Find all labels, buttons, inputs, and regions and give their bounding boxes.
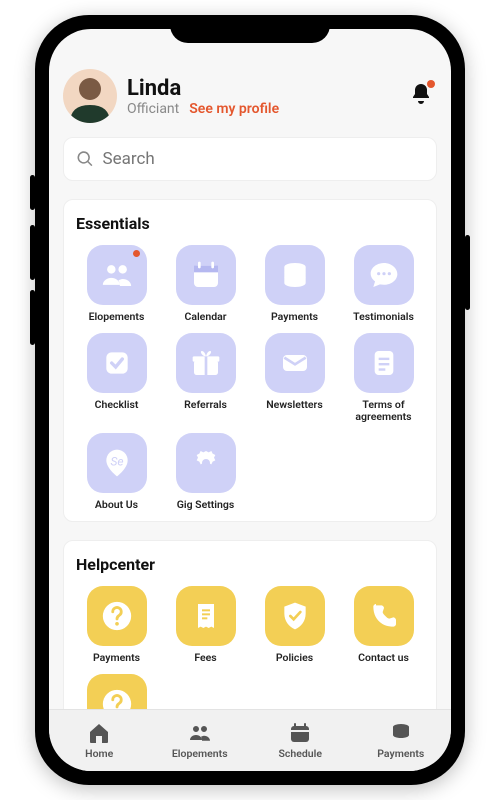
- tile-label: Terms of agreements: [348, 399, 420, 423]
- nav-home[interactable]: Home: [49, 721, 150, 760]
- tile-about-us[interactable]: Se About Us: [76, 433, 157, 511]
- stack-icon: [389, 721, 413, 745]
- calendar-icon: [288, 721, 312, 745]
- tile-calendar[interactable]: Calendar: [165, 245, 246, 323]
- gift-icon: [176, 333, 236, 393]
- tile-help-payments[interactable]: Payments: [76, 586, 157, 664]
- header-text: Linda Officiant See my profile: [127, 76, 395, 117]
- tile-gig-settings[interactable]: Gig Settings: [165, 433, 246, 511]
- essentials-section: Essentials Elopements Calendar: [63, 199, 437, 522]
- tile-label: Payments: [93, 652, 140, 664]
- user-role: Officiant: [127, 101, 179, 117]
- side-button: [30, 225, 35, 280]
- tile-newsletters[interactable]: Newsletters: [254, 333, 335, 423]
- question-icon: [87, 586, 147, 646]
- badge-dot: [133, 250, 140, 257]
- tile-checklist[interactable]: Checklist: [76, 333, 157, 423]
- search-bar[interactable]: [63, 137, 437, 181]
- tile-policies[interactable]: Policies: [254, 586, 335, 664]
- tile-label: Referrals: [184, 399, 227, 411]
- tile-label: Testimonials: [353, 311, 414, 323]
- search-icon: [76, 149, 94, 169]
- phone-frame: Linda Officiant See my profile Essential…: [35, 15, 465, 785]
- pin-icon: Se: [87, 433, 147, 493]
- tile-label: Contact us: [358, 652, 409, 664]
- tile-label: Newsletters: [266, 399, 323, 411]
- bottom-nav: Home Elopements Schedule Payments: [49, 709, 451, 771]
- tile-contact-us[interactable]: Contact us: [343, 586, 424, 664]
- notifications-button[interactable]: [405, 78, 437, 114]
- profile-link[interactable]: See my profile: [189, 101, 279, 117]
- mail-icon: [265, 333, 325, 393]
- stack-icon: [265, 245, 325, 305]
- notch: [170, 15, 330, 43]
- tile-label: Fees: [194, 652, 216, 664]
- speech-icon: [354, 245, 414, 305]
- section-title-helpcenter: Helpcenter: [76, 555, 424, 574]
- tile-label: Payments: [271, 311, 318, 323]
- helpcenter-section: Helpcenter Payments Fees: [63, 540, 437, 709]
- calendar-icon: [176, 245, 236, 305]
- nav-label: Payments: [377, 747, 424, 760]
- side-button: [30, 175, 35, 210]
- nav-label: Elopements: [172, 747, 228, 760]
- notification-dot: [427, 80, 435, 88]
- tile-label: Gig Settings: [177, 499, 235, 511]
- nav-label: Home: [85, 747, 113, 760]
- content-area: Linda Officiant See my profile Essential…: [49, 29, 451, 709]
- svg-text:Se: Se: [110, 455, 123, 469]
- tile-testimonials[interactable]: Testimonials: [343, 245, 424, 323]
- people-icon: [188, 721, 212, 745]
- tile-elopements[interactable]: Elopements: [76, 245, 157, 323]
- user-name: Linda: [127, 76, 395, 101]
- avatar[interactable]: [63, 69, 117, 123]
- tile-label: Policies: [276, 652, 313, 664]
- tile-payments[interactable]: Payments: [254, 245, 335, 323]
- side-button: [465, 235, 470, 310]
- nav-elopements[interactable]: Elopements: [150, 721, 251, 760]
- nav-payments[interactable]: Payments: [351, 721, 452, 760]
- nav-schedule[interactable]: Schedule: [250, 721, 351, 760]
- nav-label: Schedule: [278, 747, 322, 760]
- search-input[interactable]: [102, 149, 424, 169]
- shield-icon: [265, 586, 325, 646]
- tile-label: Calendar: [184, 311, 226, 323]
- header: Linda Officiant See my profile: [63, 69, 437, 123]
- doc-icon: [354, 333, 414, 393]
- tile-terms[interactable]: Terms of agreements: [343, 333, 424, 423]
- section-title-essentials: Essentials: [76, 214, 424, 233]
- side-button: [30, 290, 35, 345]
- screen: Linda Officiant See my profile Essential…: [49, 29, 451, 771]
- home-icon: [87, 721, 111, 745]
- tile-label: Elopements: [89, 311, 145, 323]
- tile-referrals[interactable]: Referrals: [165, 333, 246, 423]
- receipt-icon: [176, 586, 236, 646]
- gear-icon: [176, 433, 236, 493]
- people-icon: [87, 245, 147, 305]
- tile-label: About Us: [95, 499, 138, 511]
- question-icon: [87, 674, 147, 709]
- tile-fees[interactable]: Fees: [165, 586, 246, 664]
- tile-label: Checklist: [95, 399, 139, 411]
- check-icon: [87, 333, 147, 393]
- tile-central-station[interactable]: Central Station: [76, 674, 157, 709]
- phone-icon: [354, 586, 414, 646]
